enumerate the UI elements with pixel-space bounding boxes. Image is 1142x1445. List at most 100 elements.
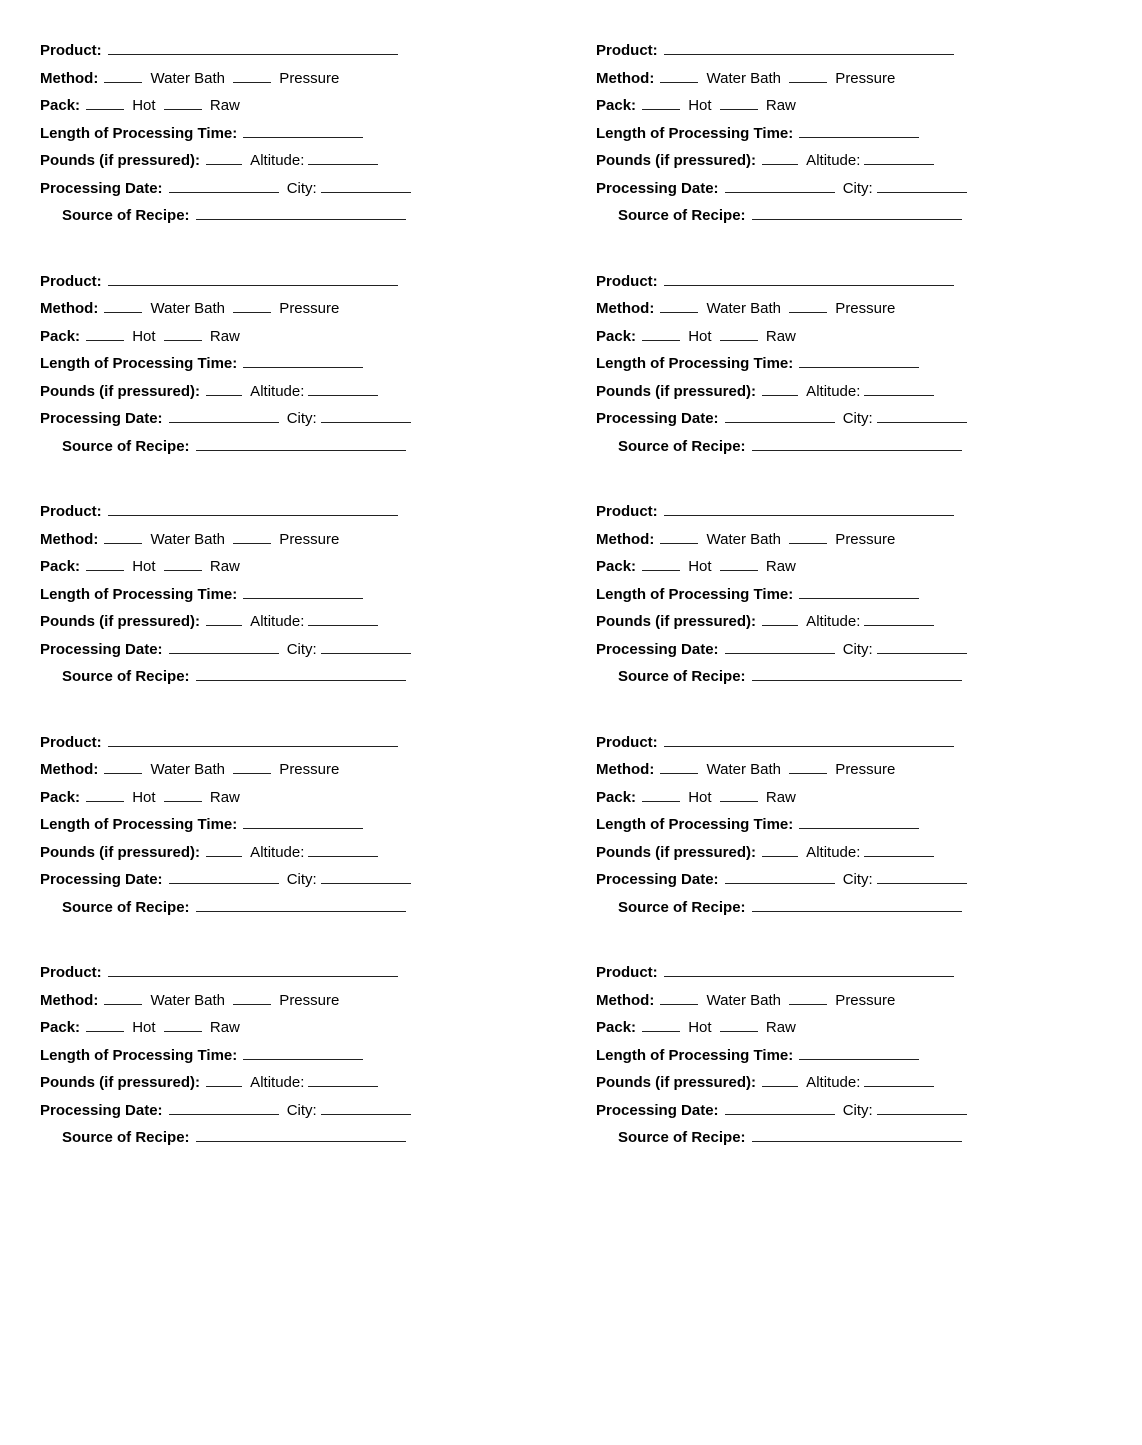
pack-blank-1[interactable] bbox=[642, 95, 680, 110]
pack-blank-1[interactable] bbox=[86, 556, 124, 571]
pounds-blank[interactable] bbox=[762, 1072, 798, 1087]
city-blank[interactable] bbox=[321, 1100, 411, 1115]
altitude-blank[interactable] bbox=[864, 150, 934, 165]
pounds-blank[interactable] bbox=[762, 842, 798, 857]
pack-blank-1[interactable] bbox=[642, 556, 680, 571]
source-blank[interactable] bbox=[196, 436, 406, 451]
method-blank-2[interactable] bbox=[233, 990, 271, 1005]
processing-time-blank[interactable] bbox=[243, 584, 363, 599]
source-blank[interactable] bbox=[752, 666, 962, 681]
pack-blank-1[interactable] bbox=[642, 787, 680, 802]
city-blank[interactable] bbox=[321, 408, 411, 423]
source-blank[interactable] bbox=[196, 897, 406, 912]
product-blank[interactable] bbox=[664, 732, 954, 747]
city-blank[interactable] bbox=[877, 178, 967, 193]
product-blank[interactable] bbox=[664, 962, 954, 977]
pack-blank-1[interactable] bbox=[86, 326, 124, 341]
date-blank[interactable] bbox=[169, 408, 279, 423]
city-blank[interactable] bbox=[321, 869, 411, 884]
pounds-blank[interactable] bbox=[762, 150, 798, 165]
pounds-blank[interactable] bbox=[206, 1072, 242, 1087]
pack-blank-2[interactable] bbox=[720, 326, 758, 341]
pack-blank-2[interactable] bbox=[164, 95, 202, 110]
date-blank[interactable] bbox=[169, 639, 279, 654]
product-blank[interactable] bbox=[108, 732, 398, 747]
product-blank[interactable] bbox=[664, 271, 954, 286]
product-blank[interactable] bbox=[664, 501, 954, 516]
date-blank[interactable] bbox=[725, 408, 835, 423]
altitude-blank[interactable] bbox=[308, 381, 378, 396]
altitude-blank[interactable] bbox=[864, 611, 934, 626]
method-blank-2[interactable] bbox=[233, 298, 271, 313]
method-blank-2[interactable] bbox=[233, 759, 271, 774]
altitude-blank[interactable] bbox=[308, 150, 378, 165]
pack-blank-1[interactable] bbox=[86, 1017, 124, 1032]
pounds-blank[interactable] bbox=[206, 611, 242, 626]
city-blank[interactable] bbox=[321, 178, 411, 193]
method-blank-1[interactable] bbox=[104, 298, 142, 313]
product-blank[interactable] bbox=[108, 962, 398, 977]
method-blank-1[interactable] bbox=[660, 759, 698, 774]
method-blank-2[interactable] bbox=[789, 759, 827, 774]
pack-blank-2[interactable] bbox=[720, 95, 758, 110]
pack-blank-2[interactable] bbox=[720, 1017, 758, 1032]
pack-blank-2[interactable] bbox=[164, 326, 202, 341]
method-blank-1[interactable] bbox=[660, 529, 698, 544]
pack-blank-2[interactable] bbox=[720, 556, 758, 571]
product-blank[interactable] bbox=[108, 40, 398, 55]
pack-blank-2[interactable] bbox=[164, 1017, 202, 1032]
method-blank-1[interactable] bbox=[104, 68, 142, 83]
pack-blank-1[interactable] bbox=[642, 1017, 680, 1032]
processing-time-blank[interactable] bbox=[799, 584, 919, 599]
processing-time-blank[interactable] bbox=[243, 1045, 363, 1060]
product-blank[interactable] bbox=[108, 501, 398, 516]
date-blank[interactable] bbox=[725, 639, 835, 654]
method-blank-1[interactable] bbox=[104, 759, 142, 774]
pack-blank-1[interactable] bbox=[86, 787, 124, 802]
source-blank[interactable] bbox=[196, 666, 406, 681]
pack-blank-2[interactable] bbox=[164, 787, 202, 802]
method-blank-2[interactable] bbox=[789, 529, 827, 544]
source-blank[interactable] bbox=[752, 897, 962, 912]
date-blank[interactable] bbox=[725, 869, 835, 884]
processing-time-blank[interactable] bbox=[799, 123, 919, 138]
source-blank[interactable] bbox=[196, 205, 406, 220]
pack-blank-1[interactable] bbox=[642, 326, 680, 341]
altitude-blank[interactable] bbox=[308, 1072, 378, 1087]
altitude-blank[interactable] bbox=[864, 842, 934, 857]
altitude-blank[interactable] bbox=[864, 381, 934, 396]
pack-blank-2[interactable] bbox=[720, 787, 758, 802]
method-blank-1[interactable] bbox=[104, 990, 142, 1005]
method-blank-2[interactable] bbox=[789, 990, 827, 1005]
date-blank[interactable] bbox=[169, 178, 279, 193]
pounds-blank[interactable] bbox=[762, 381, 798, 396]
method-blank-2[interactable] bbox=[233, 529, 271, 544]
city-blank[interactable] bbox=[877, 1100, 967, 1115]
date-blank[interactable] bbox=[169, 869, 279, 884]
product-blank[interactable] bbox=[108, 271, 398, 286]
source-blank[interactable] bbox=[752, 205, 962, 220]
product-blank[interactable] bbox=[664, 40, 954, 55]
processing-time-blank[interactable] bbox=[243, 123, 363, 138]
pack-blank-1[interactable] bbox=[86, 95, 124, 110]
method-blank-2[interactable] bbox=[789, 68, 827, 83]
processing-time-blank[interactable] bbox=[243, 814, 363, 829]
method-blank-1[interactable] bbox=[104, 529, 142, 544]
altitude-blank[interactable] bbox=[308, 842, 378, 857]
method-blank-1[interactable] bbox=[660, 68, 698, 83]
pack-blank-2[interactable] bbox=[164, 556, 202, 571]
pounds-blank[interactable] bbox=[206, 381, 242, 396]
processing-time-blank[interactable] bbox=[243, 353, 363, 368]
processing-time-blank[interactable] bbox=[799, 814, 919, 829]
method-blank-2[interactable] bbox=[789, 298, 827, 313]
source-blank[interactable] bbox=[196, 1127, 406, 1142]
city-blank[interactable] bbox=[877, 869, 967, 884]
pounds-blank[interactable] bbox=[206, 842, 242, 857]
method-blank-1[interactable] bbox=[660, 298, 698, 313]
altitude-blank[interactable] bbox=[864, 1072, 934, 1087]
processing-time-blank[interactable] bbox=[799, 1045, 919, 1060]
source-blank[interactable] bbox=[752, 1127, 962, 1142]
pounds-blank[interactable] bbox=[762, 611, 798, 626]
city-blank[interactable] bbox=[877, 639, 967, 654]
date-blank[interactable] bbox=[169, 1100, 279, 1115]
